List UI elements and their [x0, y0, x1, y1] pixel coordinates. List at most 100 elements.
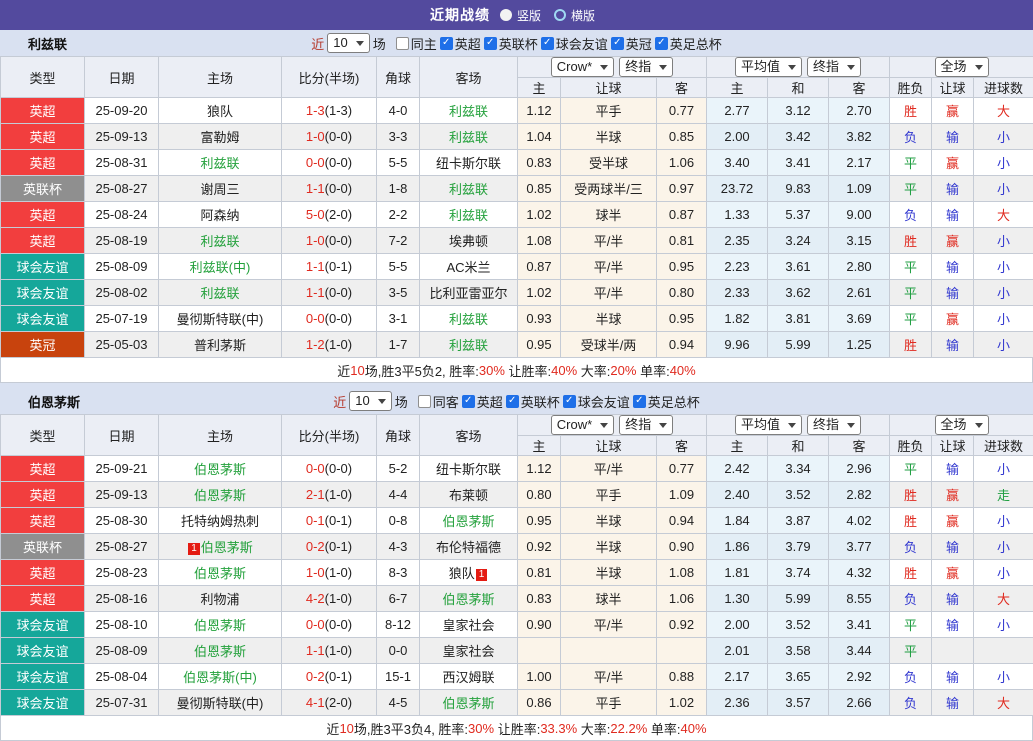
- full-score: 0-0: [306, 155, 325, 170]
- match-row: 英超25-08-24阿森纳5-0(2-0)2-2利兹联1.02球半0.871.3…: [1, 202, 1033, 228]
- team-filter-bar: 伯恩茅斯近10场同客✓英超✓英联杯✓球会友谊✓英足总杯: [0, 388, 1033, 414]
- score-cell: 4-1(2-0): [282, 690, 377, 716]
- average-odds-select-value: 平均值: [741, 59, 780, 75]
- final-euro-select[interactable]: 终指: [807, 415, 861, 435]
- home-team: 1伯恩茅斯: [159, 534, 282, 560]
- recent-count-select[interactable]: 10: [327, 33, 369, 53]
- final-odds-select[interactable]: 终指: [619, 57, 673, 77]
- league-checkbox[interactable]: ✓: [541, 37, 554, 50]
- average-odds-select[interactable]: 平均值: [735, 57, 802, 77]
- sub-column-header: 主: [518, 78, 561, 98]
- euro-draw-odds: 3.52: [768, 612, 829, 638]
- corner-score: 1-8: [377, 176, 420, 202]
- euro-away-odds: 4.32: [829, 560, 890, 586]
- column-header: 类型: [1, 57, 85, 98]
- full-score: 1-0: [306, 233, 325, 248]
- check-icon: ✓: [486, 38, 494, 48]
- let-home-odds: 1.04: [518, 124, 561, 150]
- filter-controls: 近10场同客✓英超✓英联杯✓球会友谊✓英足总杯: [333, 391, 700, 411]
- league-checkbox[interactable]: ✓: [563, 395, 576, 408]
- full-score: 0-0: [306, 311, 325, 326]
- scope-select-group: 全场: [890, 415, 1033, 436]
- summary-segment: 让胜率:: [494, 719, 540, 738]
- corner-score: 4-4: [377, 482, 420, 508]
- home-team-name: 伯恩茅斯: [194, 618, 246, 633]
- sub-column-header: 和: [768, 78, 829, 98]
- chevron-down-icon: [788, 65, 796, 70]
- home-team-name: 狼队: [207, 104, 233, 119]
- home-team: 谢周三: [159, 176, 282, 202]
- final-euro-select[interactable]: 终指: [807, 57, 861, 77]
- result-wdl: 胜: [890, 332, 932, 358]
- home-team-name: 伯恩茅斯: [194, 462, 246, 477]
- away-team: 纽卡斯尔联: [420, 150, 518, 176]
- league-type-badge: 英超: [1, 482, 85, 508]
- same-venue-checkbox[interactable]: [396, 37, 409, 50]
- radio-unselected-icon[interactable]: [554, 9, 566, 21]
- league-checkbox[interactable]: ✓: [484, 37, 497, 50]
- let-home-odds: 0.80: [518, 482, 561, 508]
- summary-segment: 30%: [468, 721, 494, 736]
- half-score: (0-0): [325, 181, 352, 196]
- odds-source-select[interactable]: Crow*: [551, 57, 614, 77]
- league-filter: ✓英联杯: [484, 34, 538, 53]
- scope-select[interactable]: 全场: [935, 57, 989, 77]
- layout-radio-vertical-label[interactable]: 竖版: [517, 7, 541, 24]
- away-team: 比利亚雷亚尔: [420, 280, 518, 306]
- column-header: 客场: [420, 57, 518, 98]
- euro-draw-odds: 5.99: [768, 586, 829, 612]
- euro-away-odds: 2.66: [829, 690, 890, 716]
- summary-segment: 单率:: [647, 719, 680, 738]
- league-type-badge: 球会友谊: [1, 254, 85, 280]
- league-checkbox[interactable]: ✓: [462, 395, 475, 408]
- recent-count-select[interactable]: 10: [349, 391, 391, 411]
- match-date: 25-07-19: [85, 306, 159, 332]
- scope-select[interactable]: 全场: [935, 415, 989, 435]
- league-type-badge: 球会友谊: [1, 664, 85, 690]
- let-home-odds: 1.02: [518, 202, 561, 228]
- let-away-odds: 0.92: [657, 612, 707, 638]
- match-date: 25-05-03: [85, 332, 159, 358]
- column-header: 日期: [85, 57, 159, 98]
- euro-home-odds: 1.86: [707, 534, 768, 560]
- radio-selected-icon[interactable]: [500, 9, 512, 21]
- corner-score: 7-2: [377, 228, 420, 254]
- corner-score: 1-7: [377, 332, 420, 358]
- let-line: 平/半: [561, 228, 657, 254]
- league-type-badge: 英超: [1, 228, 85, 254]
- euro-away-odds: 1.09: [829, 176, 890, 202]
- league-checkbox[interactable]: ✓: [633, 395, 646, 408]
- league-type-badge: 球会友谊: [1, 306, 85, 332]
- topbar: 近期战绩 竖版 横版: [0, 0, 1033, 30]
- league-checkbox[interactable]: ✓: [655, 37, 668, 50]
- match-row: 英超25-09-13伯恩茅斯2-1(1-0)4-4布莱顿0.80平手1.092.…: [1, 482, 1033, 508]
- league-checkbox[interactable]: ✓: [440, 37, 453, 50]
- home-team: 阿森纳: [159, 202, 282, 228]
- league-checkbox[interactable]: ✓: [611, 37, 624, 50]
- average-odds-select[interactable]: 平均值: [735, 415, 802, 435]
- half-score: (0-0): [325, 233, 352, 248]
- same-venue-checkbox[interactable]: [418, 395, 431, 408]
- league-checkbox[interactable]: ✓: [506, 395, 519, 408]
- final-odds-select[interactable]: 终指: [619, 415, 673, 435]
- odds-source-select[interactable]: Crow*: [551, 415, 614, 435]
- sub-column-header: 让球: [561, 78, 657, 98]
- full-score: 2-1: [306, 487, 325, 502]
- half-score: (1-0): [325, 487, 352, 502]
- layout-radio-horizontal-label[interactable]: 横版: [571, 7, 595, 24]
- league-type-badge: 球会友谊: [1, 638, 85, 664]
- average-odds-select-value: 平均值: [741, 417, 780, 433]
- chevron-down-icon: [975, 65, 983, 70]
- score-cell: 0-2(0-1): [282, 534, 377, 560]
- let-away-odds: 1.09: [657, 482, 707, 508]
- chevron-down-icon: [659, 423, 667, 428]
- result-wdl: 胜: [890, 228, 932, 254]
- half-score: (1-3): [325, 103, 352, 118]
- matches-table: 类型日期主场比分(半场)角球客场Crow*终指平均值终指全场主让球客主和客胜负让…: [0, 56, 1033, 358]
- result-handicap: 输: [932, 332, 974, 358]
- result-wdl: 平: [890, 176, 932, 202]
- summary-segment: 场,胜3平3负4, 胜率:: [354, 719, 468, 738]
- score-cell: 0-2(0-1): [282, 664, 377, 690]
- same-venue-group: 同客: [418, 392, 459, 411]
- sub-column-header: 主: [707, 436, 768, 456]
